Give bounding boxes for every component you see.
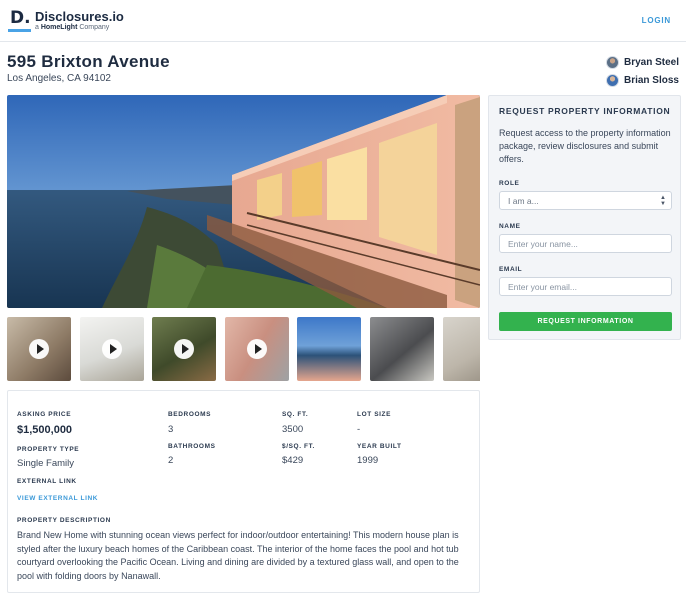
login-link[interactable]: LOGIN [642,16,671,25]
role-select[interactable]: I am a... ▲ ▼ [499,191,672,210]
request-info-panel: REQUEST PROPERTY INFORMATION Request acc… [488,95,681,340]
property-address: 595 Brixton Avenue [7,52,170,71]
thumbnail-kitchen[interactable] [7,317,71,381]
property-details-panel: ASKING PRICE $1,500,000 BEDROOMS 3 SQ. F… [7,390,480,593]
bedrooms-value: 3 [168,424,174,435]
thumbnail-bathroom[interactable] [370,317,434,381]
avatar [605,55,619,69]
price-per-sqft-value: $429 [282,455,304,466]
lot-size-value: - [357,424,361,435]
asking-price-value: $1,500,000 [17,424,73,436]
logo-icon[interactable]: D. [8,8,32,32]
top-navbar: D. Disclosures.io a HomeLight Company LO… [0,0,686,42]
agent-brian-sloss[interactable]: Brian Sloss [605,73,679,87]
photo-thumbnail-strip [7,317,480,381]
logo-name[interactable]: Disclosures.io [35,9,124,24]
agent-name: Bryan Steel [623,56,679,68]
logo-underline [8,29,31,32]
property-type-label: PROPERTY TYPE [17,446,80,453]
avatar [605,73,619,87]
property-type-value: Single Family [17,458,75,469]
property-description-text: Brand New Home with stunning ocean views… [17,530,459,581]
name-input[interactable] [499,234,672,253]
thumbnail-balcony-garden[interactable] [152,317,216,381]
year-built-value: 1999 [357,455,379,466]
thumbnail-ocean-exterior[interactable] [297,317,361,381]
email-input[interactable] [499,277,672,296]
select-arrows-icon: ▲ ▼ [660,195,666,207]
name-label: NAME [499,223,521,230]
email-label: EMAIL [499,266,523,273]
bathrooms-label: BATHROOMS [168,443,216,450]
request-info-title: REQUEST PROPERTY INFORMATION [499,106,671,116]
logo-subtitle: a HomeLight Company [35,24,109,31]
year-built-label: YEAR BUILT [357,443,402,450]
request-info-intro: Request access to the property informati… [499,128,671,164]
request-information-button[interactable]: REQUEST INFORMATION [499,312,672,331]
lot-size-label: LOT SIZE [357,411,392,418]
agent-bryan-steel[interactable]: Bryan Steel [605,55,679,69]
main-property-photo[interactable] [7,95,480,308]
external-link-label: EXTERNAL LINK [17,478,77,485]
sqft-label: SQ. FT. [282,411,309,418]
play-icon [102,339,122,359]
thumbnail-bedroom[interactable] [443,317,480,381]
thumbnail-bedroom-hall[interactable] [225,317,289,381]
logo-sub-suffix: Company [77,24,110,31]
logo-sub-brand: HomeLight [40,24,78,31]
price-per-sqft-label: $/SQ. FT. [282,443,315,450]
asking-price-label: ASKING PRICE [17,411,72,418]
bedrooms-label: BEDROOMS [168,411,212,418]
play-icon [174,339,194,359]
sqft-value: 3500 [282,424,304,435]
property-city: Los Angeles, CA 94102 [7,73,111,84]
agent-name: Brian Sloss [623,74,679,86]
photo-ocean-house [7,95,480,308]
role-select-value: I am a... [508,196,539,206]
thumbnail-dining-room[interactable] [80,317,144,381]
play-icon [247,339,267,359]
logo-mark-text: D. [10,8,31,28]
play-icon [29,339,49,359]
bathrooms-value: 2 [168,455,174,466]
property-description-label: PROPERTY DESCRIPTION [17,517,111,524]
role-label: ROLE [499,180,520,187]
view-external-link[interactable]: VIEW EXTERNAL LINK [17,495,98,502]
